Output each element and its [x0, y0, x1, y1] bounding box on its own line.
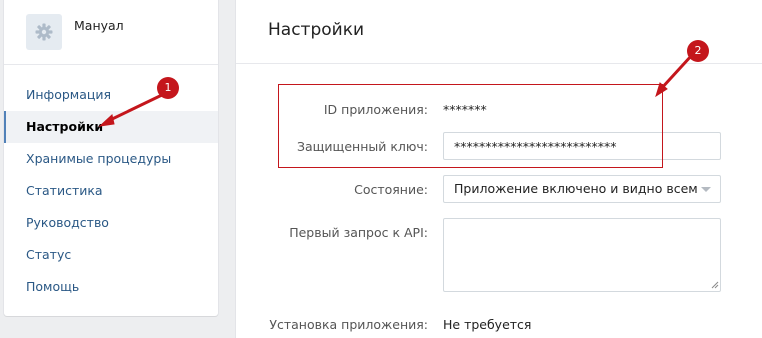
- annotation-arrows: [98, 53, 694, 127]
- annotation-badge-2: 2: [687, 40, 709, 62]
- annotation-badge-1: 1: [157, 77, 179, 99]
